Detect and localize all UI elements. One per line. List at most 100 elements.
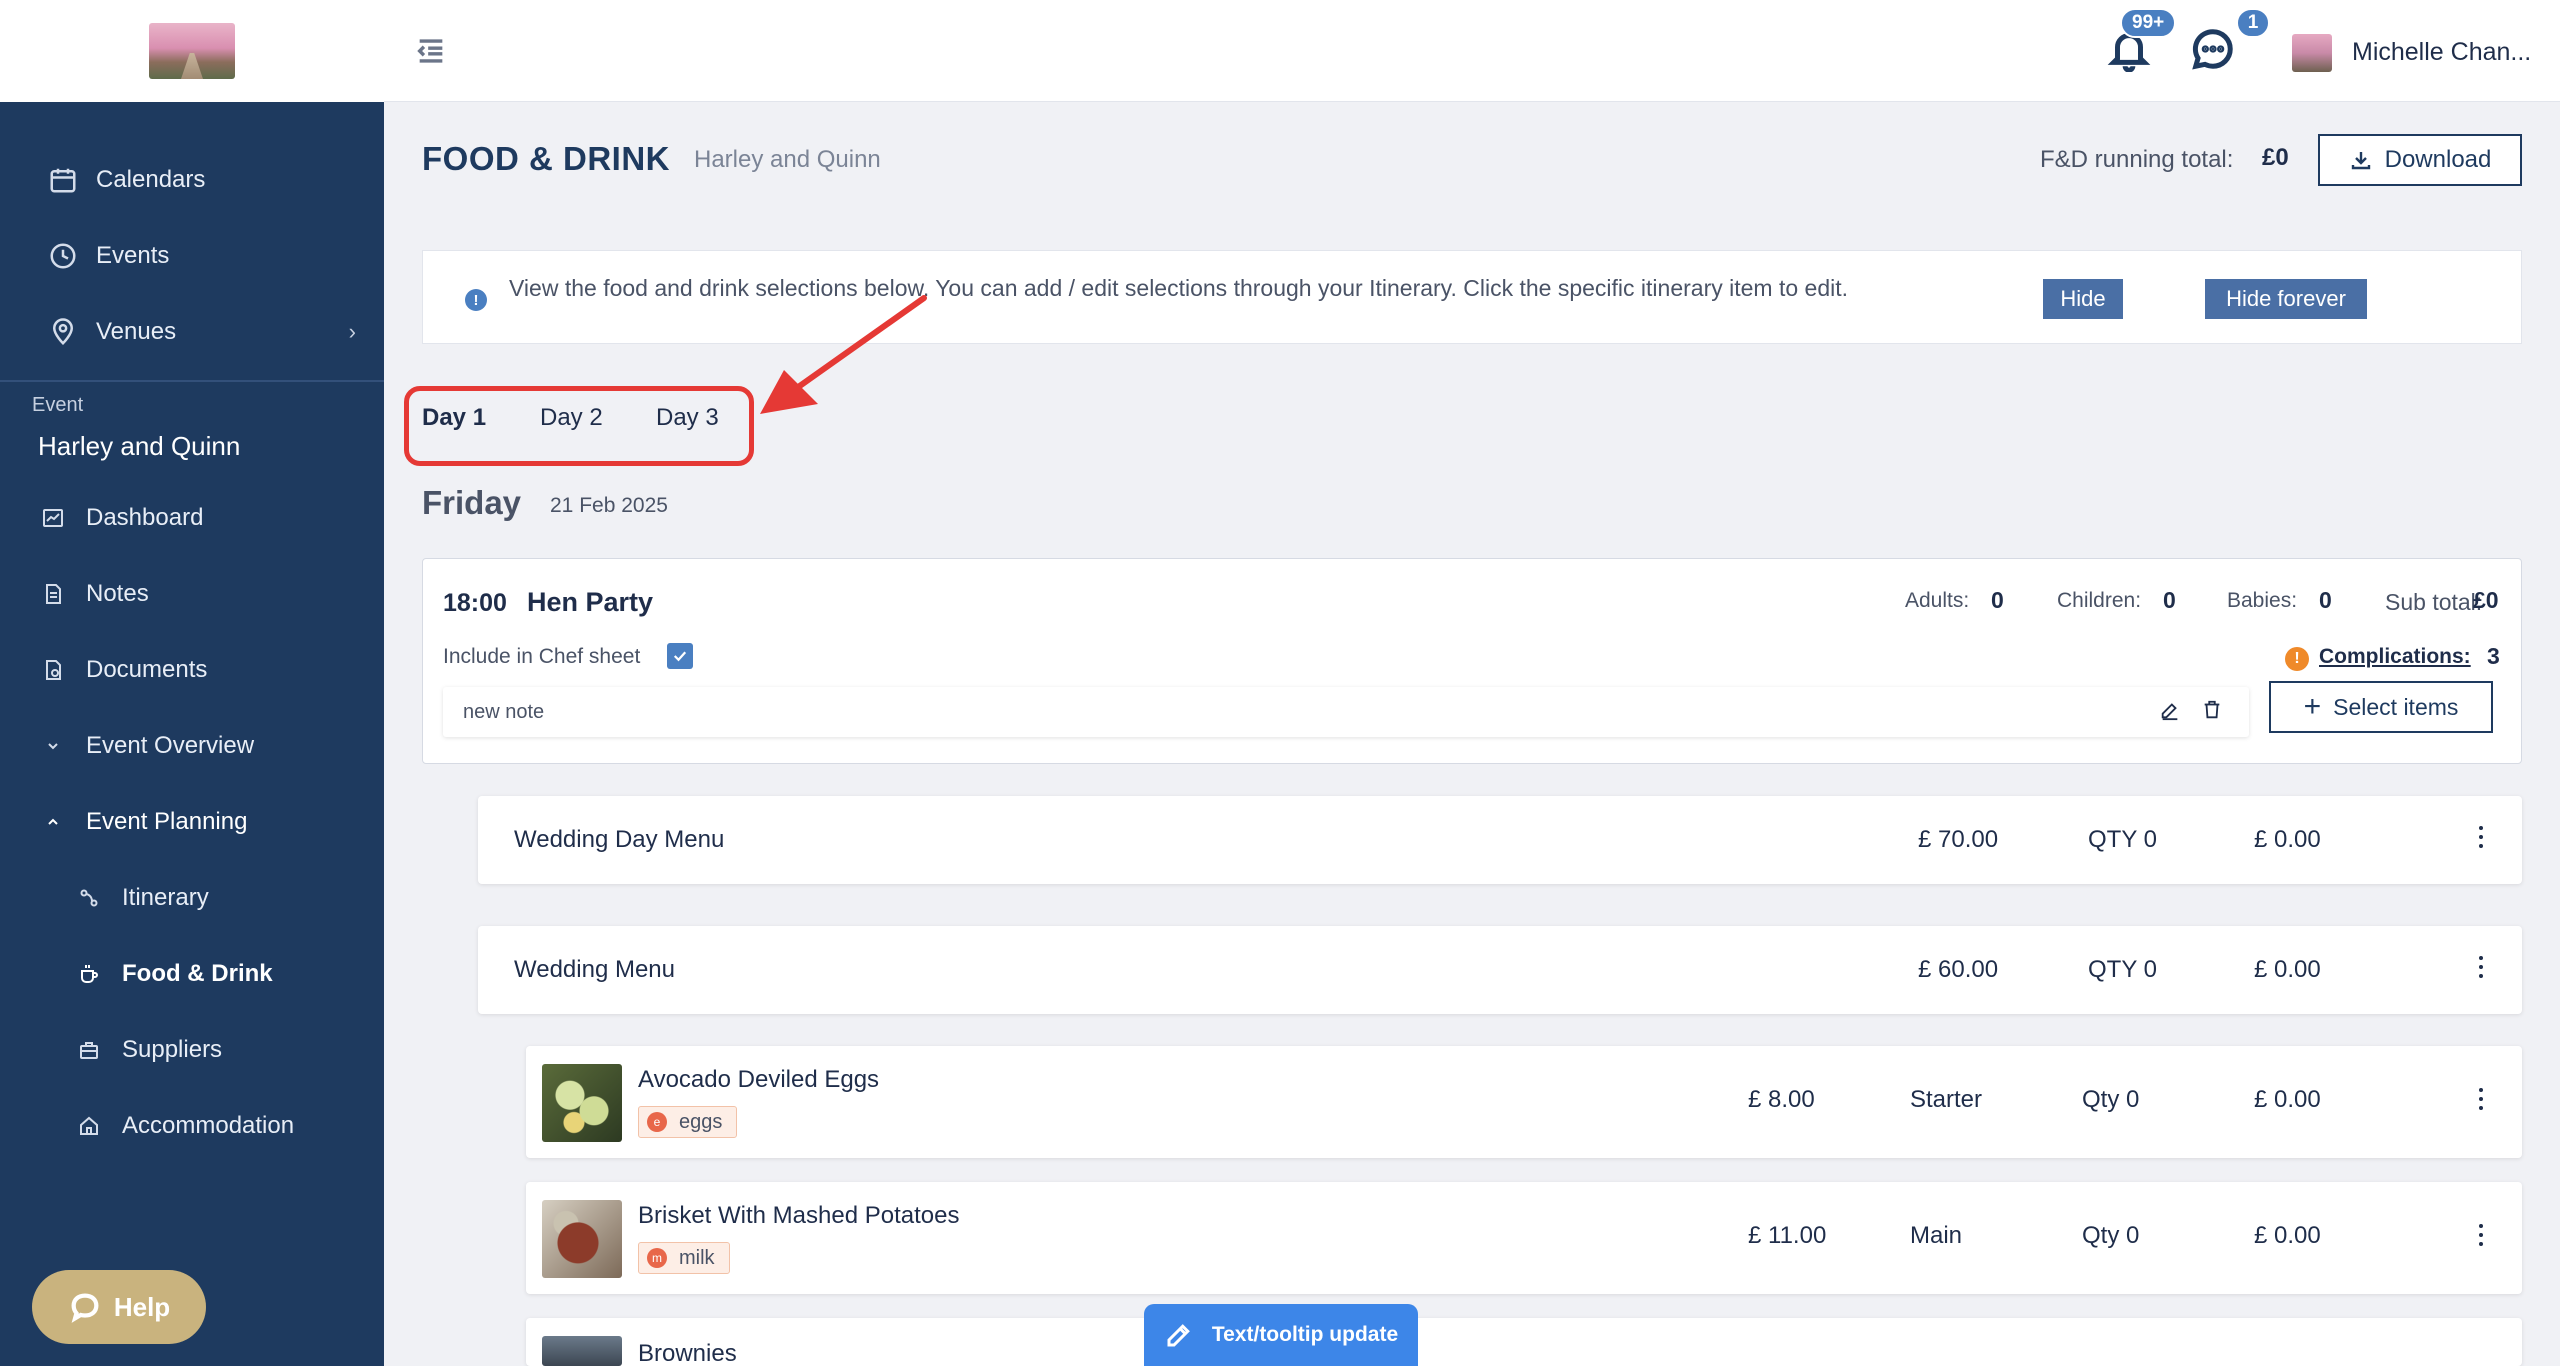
sidebar-item-label: Event Overview	[86, 732, 255, 759]
item-total: £ 0.00	[2254, 1222, 2321, 1249]
item-course: Starter	[1910, 1086, 1983, 1113]
sidebar-item-label: Food & Drink	[122, 960, 273, 987]
delete-note-icon[interactable]	[2201, 699, 2225, 723]
menu-total: £ 0.00	[2254, 956, 2321, 983]
hide-button[interactable]: Hide	[2043, 279, 2123, 319]
event-title: Hen Party	[527, 587, 654, 617]
egg-allergen-icon: e	[647, 1112, 667, 1132]
menu-total: £ 0.00	[2254, 826, 2321, 853]
select-items-button[interactable]: + Select items	[2269, 681, 2493, 733]
top-bar: 99+ 1 Michelle Chan...	[384, 0, 2560, 102]
adults-label: Adults:	[1905, 589, 1970, 612]
sidebar-item-label: Suppliers	[122, 1036, 223, 1063]
event-section-label: Event	[32, 394, 84, 416]
menu-name: Wedding Menu	[514, 956, 675, 983]
allergen-badge: e eggs	[638, 1106, 738, 1138]
calendar-icon	[48, 165, 78, 195]
menu-row[interactable]: Wedding Day Menu £ 70.00 QTY 0 £ 0.00	[478, 796, 2522, 884]
sidebar-item-event-planning[interactable]: Event Planning	[0, 784, 384, 860]
clock-icon	[48, 241, 78, 271]
item-name: Avocado Deviled Eggs	[638, 1066, 880, 1093]
allergen-label: eggs	[679, 1110, 723, 1133]
text-tooltip-update-button[interactable]: Text/tooltip update	[1144, 1304, 1418, 1366]
complications-link[interactable]: Complications:	[2319, 645, 2471, 669]
babies-value: 0	[2319, 587, 2332, 613]
info-banner-text: View the food and drink selections below…	[509, 275, 1848, 301]
item-name: Brisket With Mashed Potatoes	[638, 1202, 960, 1229]
download-button[interactable]: Download	[2318, 134, 2522, 186]
page-title: FOOD & DRINK	[422, 140, 670, 177]
chef-sheet-checkbox[interactable]	[667, 643, 693, 669]
adults-value: 0	[1991, 587, 2004, 613]
pencil-icon	[1167, 1324, 1190, 1347]
avatar[interactable]	[2292, 34, 2332, 72]
annotation-arrow	[760, 295, 927, 414]
item-qty: Qty 0	[2082, 1222, 2140, 1249]
download-icon	[2351, 152, 2370, 170]
sidebar-item-label: Venues	[96, 318, 177, 345]
venue-logo[interactable]	[149, 23, 235, 79]
sidebar-item-accommodation[interactable]: Accommodation	[0, 1088, 384, 1164]
plus-icon: +	[2303, 690, 2322, 723]
more-options-icon[interactable]	[2476, 1088, 2486, 1116]
more-options-icon[interactable]	[2476, 826, 2486, 854]
hide-forever-button[interactable]: Hide forever	[2205, 279, 2367, 319]
running-total-label: F&D running total:	[2040, 146, 2234, 173]
more-options-icon[interactable]	[2476, 1224, 2486, 1252]
item-name: Brownies	[638, 1340, 737, 1366]
menu-item-row[interactable]: Brownies	[526, 1318, 2522, 1366]
help-label: Help	[113, 1291, 171, 1322]
sidebar-item-calendars[interactable]: Calendars	[0, 142, 384, 218]
item-qty: Qty 0	[2082, 1086, 2140, 1113]
subtotal-label: Sub total:	[2385, 589, 2483, 615]
menu-price: £ 70.00	[1918, 826, 1999, 853]
sidebar-item-dashboard[interactable]: Dashboard	[0, 480, 384, 556]
sidebar-item-itinerary[interactable]: Itinerary	[0, 860, 384, 936]
download-label: Download	[2384, 146, 2492, 173]
sidebar-item-notes[interactable]: Notes	[0, 556, 384, 632]
tab-day-3[interactable]: Day 3	[656, 404, 719, 432]
chevron-right-icon: ›	[348, 319, 356, 344]
children-label: Children:	[2057, 589, 2142, 612]
menu-item-row[interactable]: Brisket With Mashed Potatoes m milk £ 11…	[526, 1182, 2522, 1294]
note-text: new note	[463, 701, 545, 723]
sidebar-item-food-drink[interactable]: Food & Drink	[0, 936, 384, 1012]
item-price: £ 11.00	[1748, 1222, 1827, 1249]
help-button[interactable]: Help	[32, 1270, 206, 1344]
sidebar-item-label: Event Planning	[86, 808, 248, 835]
day-date: 21 Feb 2025	[550, 494, 668, 517]
item-total: £ 0.00	[2254, 1086, 2321, 1113]
edit-note-icon[interactable]	[2159, 699, 2183, 723]
tab-day-2[interactable]: Day 2	[540, 404, 603, 432]
more-options-icon[interactable]	[2476, 956, 2486, 984]
item-photo	[542, 1336, 622, 1366]
logo-area	[0, 0, 384, 102]
messages-badge: 1	[2236, 8, 2270, 38]
sidebar-item-documents[interactable]: Documents	[0, 632, 384, 708]
briefcase-icon	[74, 1035, 104, 1065]
sidebar-item-label: Events	[96, 242, 170, 269]
sidebar-item-label: Accommodation	[122, 1112, 295, 1139]
sidebar-item-events[interactable]: Events	[0, 218, 384, 294]
notifications-badge: 99+	[2120, 8, 2177, 38]
sidebar-item-label: Calendars	[96, 166, 206, 193]
tooltip-update-label: Text/tooltip update	[1211, 1323, 1399, 1346]
menu-item-row[interactable]: Avocado Deviled Eggs e eggs £ 8.00 Start…	[526, 1046, 2522, 1158]
day-name: Friday	[422, 484, 522, 521]
messages-chat-icon[interactable]	[2190, 26, 2236, 72]
page-subtitle: Harley and Quinn	[694, 146, 881, 173]
complications-value: 3	[2487, 643, 2500, 669]
menu-row[interactable]: Wedding Menu £ 60.00 QTY 0 £ 0.00	[478, 926, 2522, 1014]
user-name[interactable]: Michelle Chan...	[2352, 38, 2531, 67]
collapse-menu-icon[interactable]	[414, 34, 448, 68]
sidebar-item-label: Notes	[86, 580, 149, 607]
item-price: £ 8.00	[1748, 1086, 1815, 1113]
itinerary-event-card[interactable]: 18:00 Hen Party Adults: 0 Children: 0 Ba…	[422, 558, 2522, 764]
sidebar-item-venues[interactable]: Venues ›	[0, 294, 384, 370]
sidebar-event-name: Harley and Quinn	[38, 431, 241, 461]
event-time: 18:00	[443, 589, 507, 617]
sidebar-item-label: Documents	[86, 656, 208, 683]
tab-day-1[interactable]: Day 1	[422, 404, 486, 432]
sidebar-item-suppliers[interactable]: Suppliers	[0, 1012, 384, 1088]
sidebar-item-event-overview[interactable]: Event Overview	[0, 708, 384, 784]
